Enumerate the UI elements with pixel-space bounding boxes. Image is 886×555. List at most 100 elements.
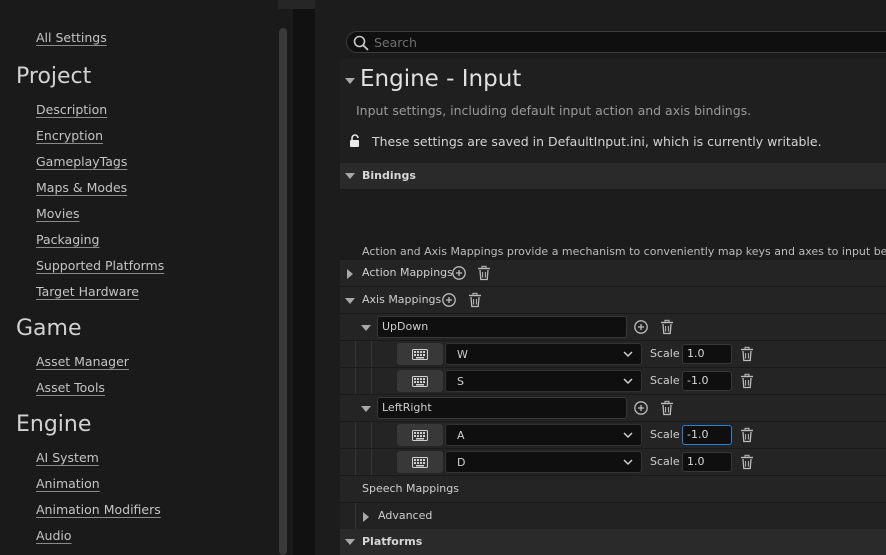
action-mappings-label: Action Mappings	[362, 266, 453, 279]
keyboard-icon	[412, 376, 428, 387]
key-value: A	[457, 429, 465, 442]
expand-caret-icon	[363, 512, 369, 522]
search-box[interactable]	[346, 31, 886, 53]
chevron-down-icon	[623, 351, 633, 358]
key-dropdown[interactable]: D	[445, 451, 642, 473]
key-dropdown[interactable]: A	[445, 424, 642, 446]
keyboard-icon	[412, 457, 428, 468]
add-icon[interactable]	[441, 292, 457, 308]
scale-input[interactable]: -1.0	[682, 425, 732, 445]
axis-key-row: D Scale 1.0	[340, 448, 886, 476]
axis-mappings-label: Axis Mappings	[362, 293, 442, 306]
key-capture-button[interactable]	[397, 343, 443, 365]
nav-item-gameplaytags[interactable]: GameplayTags	[36, 154, 127, 169]
expand-caret-icon[interactable]	[361, 325, 371, 331]
nav-item-asset-manager[interactable]: Asset Manager	[36, 354, 129, 369]
scale-input[interactable]: 1.0	[682, 344, 732, 364]
indent-guide	[355, 368, 356, 395]
key-dropdown[interactable]: W	[445, 343, 642, 365]
advanced-row[interactable]: Advanced	[340, 502, 886, 530]
indent-guide	[371, 341, 372, 368]
content-edge	[315, 0, 340, 555]
scale-label: Scale	[650, 428, 680, 441]
add-icon[interactable]	[633, 400, 649, 416]
scale-label: Scale	[650, 374, 680, 387]
scale-input[interactable]: 1.0	[682, 452, 732, 472]
category-platforms[interactable]: Platforms	[340, 529, 886, 555]
chevron-down-icon	[623, 459, 633, 466]
nav-item-encryption[interactable]: Encryption	[36, 128, 103, 143]
key-capture-button[interactable]	[397, 370, 443, 392]
search-input[interactable]	[374, 34, 854, 50]
trash-icon[interactable]	[476, 265, 492, 281]
nav-all-settings[interactable]: All Settings	[36, 30, 107, 45]
axis-key-row: W Scale 1.0	[340, 340, 886, 368]
axis-key-row: S Scale -1.0	[340, 367, 886, 395]
sidebar-scrollbar[interactable]	[279, 28, 287, 555]
speech-mappings-label: Speech Mappings	[362, 482, 459, 495]
nav-item-maps-modes[interactable]: Maps & Modes	[36, 180, 127, 195]
nav-item-movies[interactable]: Movies	[36, 206, 80, 221]
category-bindings[interactable]: Bindings	[340, 163, 886, 189]
trash-icon[interactable]	[739, 427, 755, 443]
indent-guide	[371, 449, 372, 476]
key-capture-button[interactable]	[397, 451, 443, 473]
unlock-icon	[348, 133, 362, 152]
nav-item-description[interactable]: Description	[36, 102, 107, 117]
nav-item-target-hardware[interactable]: Target Hardware	[36, 284, 139, 299]
key-value: W	[457, 348, 468, 361]
page-subtitle: Input settings, including default input …	[356, 103, 752, 118]
chevron-down-icon	[623, 432, 633, 439]
keyboard-icon	[412, 430, 428, 441]
trash-icon[interactable]	[739, 454, 755, 470]
axis-name-field[interactable]: UpDown	[377, 316, 627, 338]
indent-guide	[371, 422, 372, 449]
nav-item-supported-platforms[interactable]: Supported Platforms	[36, 258, 164, 273]
axis-name-field[interactable]: LeftRight	[377, 397, 627, 419]
axis-mapping-leftright: LeftRight	[340, 394, 886, 421]
expand-caret-icon[interactable]	[361, 406, 371, 412]
settings-sidebar: All Settings Project Description Encrypt…	[0, 0, 293, 555]
trash-icon[interactable]	[739, 346, 755, 362]
add-icon[interactable]	[451, 265, 467, 281]
nav-item-audio[interactable]: Audio	[36, 528, 72, 543]
key-capture-button[interactable]	[397, 424, 443, 446]
category-label: Bindings	[362, 169, 416, 182]
axis-mapping-updown: UpDown	[340, 313, 886, 340]
key-value: S	[457, 375, 464, 388]
collapse-caret-icon[interactable]	[345, 78, 355, 84]
nav-item-asset-tools[interactable]: Asset Tools	[36, 380, 105, 395]
nav-item-animation[interactable]: Animation	[36, 476, 100, 491]
expand-caret-icon[interactable]	[345, 298, 355, 304]
page-title: Engine - Input	[360, 66, 522, 92]
add-icon[interactable]	[633, 319, 649, 335]
key-value: D	[457, 456, 466, 469]
key-dropdown[interactable]: S	[445, 370, 642, 392]
advanced-label: Advanced	[378, 509, 433, 522]
indent-guide	[355, 503, 356, 530]
nav-item-animation-modifiers[interactable]: Animation Modifiers	[36, 502, 161, 517]
trash-icon[interactable]	[739, 373, 755, 389]
category-label: Platforms	[362, 535, 423, 548]
keyboard-icon	[412, 349, 428, 360]
scale-label: Scale	[650, 347, 680, 360]
nav-item-packaging[interactable]: Packaging	[36, 232, 99, 247]
nav-section-engine: Engine	[16, 412, 92, 437]
chevron-down-icon	[623, 378, 633, 385]
indent-guide	[371, 368, 372, 395]
expand-caret-icon	[345, 539, 355, 545]
indent-guide	[355, 422, 356, 449]
expand-caret-icon[interactable]	[347, 269, 353, 279]
scale-input[interactable]: -1.0	[682, 371, 732, 391]
bindings-description: Action and Axis Mappings provide a mecha…	[362, 245, 886, 258]
trash-icon[interactable]	[467, 292, 483, 308]
nav-section-project: Project	[16, 64, 92, 89]
config-writable-note: These settings are saved in DefaultInput…	[372, 134, 822, 149]
trash-icon[interactable]	[659, 319, 675, 335]
search-icon	[353, 35, 369, 55]
nav-item-ai-system[interactable]: AI System	[36, 450, 99, 465]
splitter[interactable]	[293, 0, 315, 555]
indent-guide	[355, 449, 356, 476]
axis-key-row: A Scale -1.0	[340, 421, 886, 449]
trash-icon[interactable]	[659, 400, 675, 416]
